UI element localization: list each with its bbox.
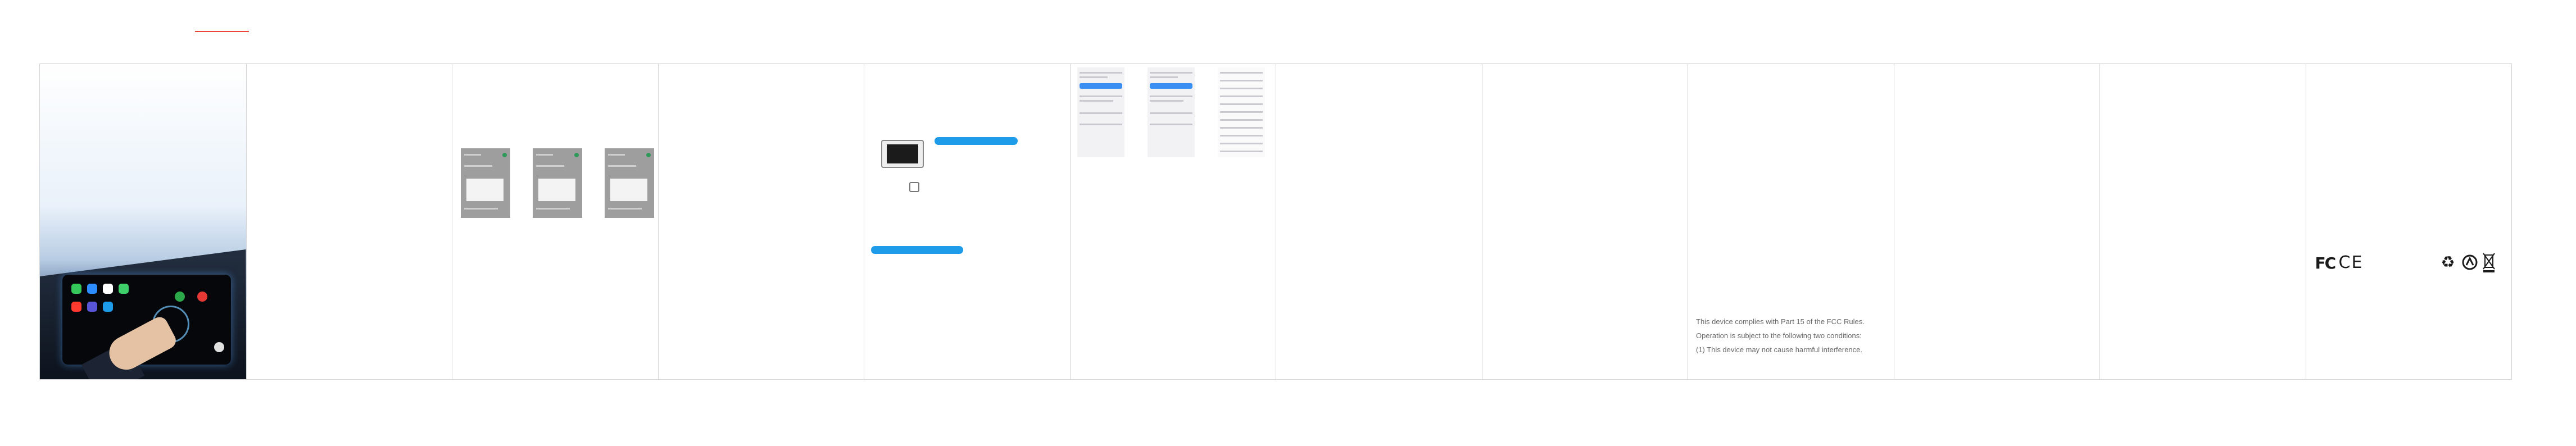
- highlight-bar: [871, 246, 963, 254]
- panel-blank-2: [246, 64, 452, 379]
- app-icon: [103, 302, 113, 312]
- panel-phone-screenshots: [452, 64, 658, 379]
- app-icon: [197, 292, 207, 302]
- compliance-line: (1) This device may not cause harmful in…: [1696, 345, 1863, 354]
- app-icon: [119, 284, 129, 294]
- app-icon: [87, 284, 97, 294]
- selected-row: [1079, 83, 1122, 89]
- fcc-compliance-text: This device complies with Part 15 of the…: [1696, 315, 1888, 357]
- app-icon: [214, 342, 224, 352]
- dialog-card: [538, 179, 575, 201]
- panel-fcc-statement: This device complies with Part 15 of the…: [1688, 64, 1894, 379]
- screenshot-thumbnail: [533, 148, 582, 218]
- panel-blank-10: [1893, 64, 2100, 379]
- settings-screen: [1147, 67, 1195, 157]
- fcc-logo-icon: FC: [2315, 254, 2337, 272]
- triman-icon: [2462, 254, 2477, 270]
- app-icon: [71, 302, 81, 312]
- toggle-icon: [502, 153, 507, 157]
- red-accent-line: [195, 31, 249, 32]
- panel-blank-11: [2099, 64, 2306, 379]
- app-icon: [103, 284, 113, 294]
- weee-bin-icon: [2482, 253, 2495, 272]
- ce-mark-icon: CE: [2338, 253, 2364, 272]
- highlight-bar: [935, 137, 1018, 145]
- app-icon: [175, 292, 185, 302]
- head-unit-illustration: [881, 140, 924, 168]
- app-icon: [87, 302, 97, 312]
- settings-screen: [1077, 67, 1124, 157]
- dialog-card: [466, 179, 504, 201]
- panel-settings-screens: [1069, 64, 1276, 379]
- panel-blank-4: [657, 64, 864, 379]
- usb-plug-icon: [909, 182, 919, 192]
- screenshot-thumbnail: [605, 148, 654, 218]
- panel-connection-diagram: [864, 64, 1070, 379]
- manual-page-strip: This device complies with Part 15 of the…: [39, 63, 2512, 380]
- toggle-icon: [646, 153, 651, 157]
- panel-certification-marks: FC CE ♻: [2305, 64, 2512, 379]
- selected-row: [1149, 83, 1192, 89]
- dialog-card: [610, 179, 647, 201]
- panel-cover-illustration: [40, 64, 246, 379]
- panel-blank-8: [1481, 64, 1688, 379]
- settings-list-screen: [1217, 67, 1265, 157]
- compliance-line: Operation is subject to the following tw…: [1696, 331, 1862, 340]
- toggle-icon: [574, 153, 579, 157]
- head-unit-screen: [887, 144, 918, 163]
- screenshot-thumbnail: [461, 148, 510, 218]
- app-icon: [71, 284, 81, 294]
- panel-blank-7: [1276, 64, 1482, 379]
- compliance-line: This device complies with Part 15 of the…: [1696, 317, 1865, 326]
- recycle-icon: ♻: [2441, 253, 2455, 271]
